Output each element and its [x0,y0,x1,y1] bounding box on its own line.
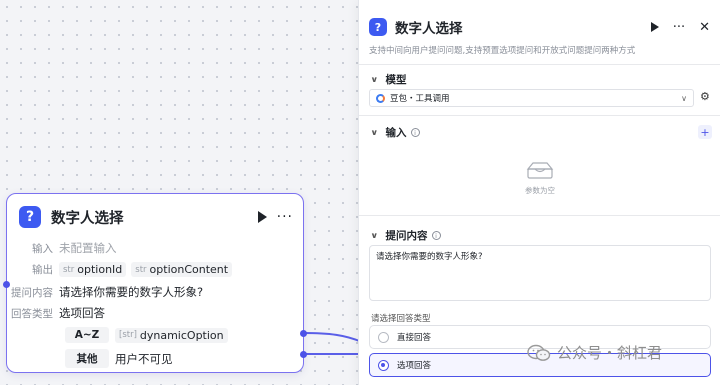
answer-option-label: 选项回答 [397,361,432,371]
output-chip: str optionContent [131,262,233,277]
empty-params-text: 参数为空 [525,186,555,195]
answer-option-label: 直接回答 [397,333,432,343]
node-answer-type-row: 回答类型 选项回答 [7,305,105,321]
radio-icon[interactable] [378,331,389,343]
more-icon[interactable]: ··· [673,20,685,35]
node-input-row: 输入 未配置输入 [7,240,117,256]
wechat-icon [527,344,551,361]
chevron-down-icon: ∨ [370,75,379,84]
panel-description: 支持中间向用户提问问题,支持预置选项提问和开放式问题提问两种方式 [369,46,636,56]
model-section-header[interactable]: ∨ 模型 [370,72,407,87]
panel-title: 数字人选择 [395,21,463,37]
option-port-other[interactable] [300,351,307,358]
output-label: 输出 [32,264,53,276]
watermark: 公众号・斜杠君 [527,342,662,363]
divider [359,115,720,116]
settings-icon[interactable]: ⚙ [700,90,710,103]
model-logo-icon [376,93,385,103]
info-icon: i [410,128,420,137]
run-icon[interactable] [650,22,659,32]
input-section-header[interactable]: ∨ 输入 i [370,125,420,140]
radio-selected-icon[interactable] [378,359,389,371]
chevron-down-icon: ∨ [681,93,687,103]
node-question-row: 提问内容 请选择你需要的数字人形象? [7,284,203,300]
question-section-title: 提问内容 [385,230,428,242]
chevron-down-icon: ∨ [370,128,379,137]
question-node-card[interactable]: ? 数字人选择 ··· 输入 未配置输入 输出 str optionId str o… [3,193,307,373]
node-title: 数字人选择 [51,210,124,227]
answer-type-value: 选项回答 [59,306,105,320]
model-value: 豆包・工具调用 [390,94,450,104]
node-header: ? 数字人选择 ··· [19,204,293,230]
input-section-title: 输入 [385,127,407,139]
option-chip: [str] dynamicOption [115,327,228,343]
more-icon[interactable]: ··· [277,210,293,224]
input-value: 未配置输入 [59,241,117,255]
option-tag: 其他 [65,349,109,368]
model-select[interactable]: 豆包・工具调用 ∨ [369,89,694,107]
answer-type-label: 请选择回答类型 [371,314,431,324]
empty-box-icon [526,162,554,179]
watermark-text: 公众号・斜杠君 [557,344,663,362]
question-icon: ? [19,206,41,228]
node-settings-panel: ? 数字人选择 ··· ✕ 支持中间向用户提问问题,支持预置选项提问和开放式问题… [358,0,720,385]
divider [359,215,720,216]
output-chip: str optionId [59,262,127,277]
edge-option-az [302,332,363,343]
panel-header: ? 数字人选择 ··· ✕ [369,16,710,38]
run-icon[interactable] [257,211,267,223]
question-icon: ? [369,18,387,36]
divider [359,64,720,65]
option-port-az[interactable] [300,330,307,337]
option-row-other: 其他 用户不可见 [65,349,173,368]
option-value: 用户不可见 [115,351,173,366]
answer-type-label: 回答类型 [11,307,53,320]
close-icon[interactable]: ✕ [699,20,710,35]
model-section-title: 模型 [385,74,407,86]
question-value: 请选择你需要的数字人形象? [59,285,204,299]
chevron-down-icon: ∨ [370,231,379,240]
question-label: 提问内容 [11,286,53,299]
input-label: 输入 [32,242,53,255]
node-output-row: 输出 str optionId str optionContent [7,262,237,277]
question-textarea[interactable]: 请选择你需要的数字人形象? [369,245,711,301]
info-icon: i [431,231,441,240]
add-input-button[interactable]: + [698,125,712,139]
option-row-az: A~Z [str] dynamicOption [65,327,233,343]
question-section-header[interactable]: ∨ 提问内容 i [370,228,441,243]
option-tag: A~Z [65,327,109,343]
